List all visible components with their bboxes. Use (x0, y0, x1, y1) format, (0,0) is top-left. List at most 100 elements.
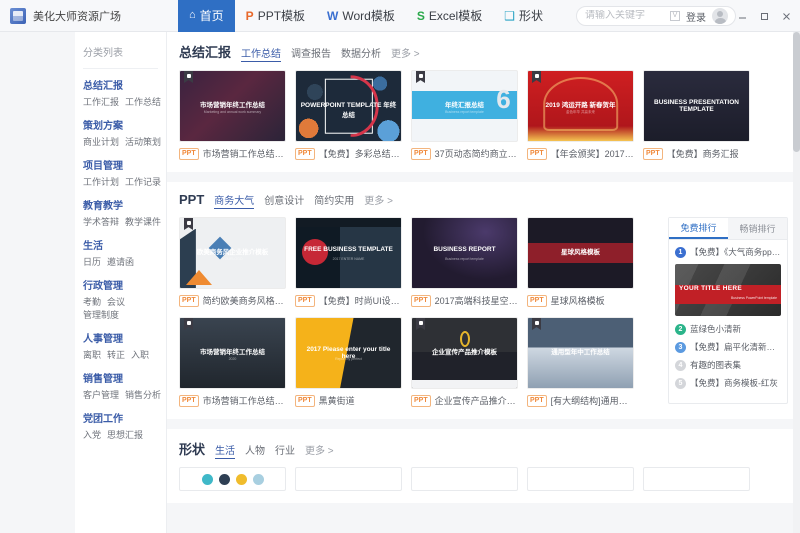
tab-shapes-0[interactable]: 生活 (215, 442, 235, 459)
sidebar-sub-4-0[interactable]: 日历 (83, 255, 101, 268)
minimize-button[interactable] (734, 8, 750, 24)
sidebar-sub-6-1[interactable]: 转正 (107, 348, 125, 361)
template-thumbnail[interactable]: 市场营销年终工作总结2020 (179, 317, 286, 389)
card-ppt-r1-1[interactable]: FREE BUSINESS TEMPLATE2017 ENTER NAMEPPT… (295, 217, 402, 307)
rank-item-3[interactable]: 3【免费】扁平化清新简约商… (675, 341, 781, 353)
template-thumbnail[interactable]: 2017 Please enter your title hereReport … (295, 317, 402, 389)
tab-shapes-1[interactable]: 人物 (245, 442, 265, 457)
tab-ppt-2[interactable]: 简约实用 (314, 192, 354, 207)
sidebar-item-6[interactable]: 人事管理 (83, 330, 166, 345)
card-ppt-r2-3[interactable]: 通用型年中工作总结PPT[有大纲结构]通用型工作总… (527, 317, 634, 407)
template-thumbnail[interactable]: 通用型年中工作总结 (527, 317, 634, 389)
tab-summary-1[interactable]: 调查报告 (291, 45, 331, 60)
card-summary-3[interactable]: 2019 鸿运开路 新春贺年金色年华 共赢未来PPT【年会颁奖】2017年年公司… (527, 70, 634, 160)
sidebar-sub-0-0[interactable]: 工作汇报 (83, 95, 119, 108)
sidebar-sub-8-0[interactable]: 入党 (83, 428, 101, 441)
login-button[interactable]: 登录 (686, 9, 706, 24)
sidebar-sub-5-1[interactable]: 会议 (107, 295, 125, 308)
tab-summary-0[interactable]: 工作总结 (241, 45, 281, 62)
rank-tab-best[interactable]: 畅销排行 (728, 218, 787, 239)
card-title[interactable]: 【年会颁奖】2017年年公司… (551, 147, 634, 160)
card-title[interactable]: 【免费】多彩总结模板 (319, 147, 402, 160)
sidebar-sub-7-0[interactable]: 客户管理 (83, 388, 119, 401)
card-title[interactable]: 【免费】时尚UI设计模板 (319, 294, 402, 307)
sidebar-sub-8-1[interactable]: 思想汇报 (107, 428, 143, 441)
sidebar-item-1[interactable]: 策划方案 (83, 117, 166, 132)
sidebar-sub-2-1[interactable]: 工作记录 (125, 175, 161, 188)
rank-featured-thumbnail[interactable]: YOUR TITLE HERE Business PowerPoint temp… (675, 264, 781, 316)
scrollbar-thumb[interactable] (793, 32, 800, 152)
more-link-ppt[interactable]: 更多 > (364, 192, 393, 207)
shape-card-4[interactable] (643, 467, 750, 491)
maximize-button[interactable] (756, 8, 772, 24)
card-ppt-r1-2[interactable]: BUSINESS REPORTBusiness report templateP… (411, 217, 518, 307)
rank-item-4[interactable]: 4有趣的图表集 (675, 359, 781, 371)
nav-item-ppt[interactable]: P PPT模板 (235, 0, 316, 32)
sidebar-item-2[interactable]: 项目管理 (83, 157, 166, 172)
close-button[interactable] (778, 8, 794, 24)
sidebar-item-4[interactable]: 生活 (83, 237, 166, 252)
template-thumbnail[interactable]: 市场营销年终工作总结Marketing and annual work summ… (179, 70, 286, 142)
template-thumbnail[interactable]: BUSINESS REPORTBusiness report template (411, 217, 518, 289)
sidebar-sub-5-0[interactable]: 考勤 (83, 295, 101, 308)
rank-featured-row[interactable]: 1 【免费】《大气商务ppt》 (675, 246, 781, 258)
shape-card-1[interactable] (295, 467, 402, 491)
card-summary-1[interactable]: POWERPOINT TEMPLATE 年终总结PPT【免费】多彩总结模板 (295, 70, 402, 160)
tab-shapes-2[interactable]: 行业 (275, 442, 295, 457)
template-thumbnail[interactable]: 欧美商务风企业推介模板YOURLOGO (179, 217, 286, 289)
card-title[interactable]: 企业宣传产品推介模板 (435, 394, 518, 407)
template-thumbnail[interactable]: 星球风格模板 (527, 217, 634, 289)
sidebar-sub-2-0[interactable]: 工作计划 (83, 175, 119, 188)
sidebar-sub-7-1[interactable]: 销售分析 (125, 388, 161, 401)
nav-item-excel[interactable]: S Excel模板 (406, 0, 493, 32)
card-title[interactable]: 市场营销工作总结[有内容大… (203, 147, 286, 160)
tab-ppt-1[interactable]: 创意设计 (264, 192, 304, 207)
sidebar-item-8[interactable]: 党团工作 (83, 410, 166, 425)
card-summary-0[interactable]: 市场营销年终工作总结Marketing and annual work summ… (179, 70, 286, 160)
tab-ppt-0[interactable]: 商务大气 (214, 192, 254, 209)
sidebar-sub-0-1[interactable]: 工作总结 (125, 95, 161, 108)
card-ppt-r1-0[interactable]: 欧美商务风企业推介模板YOURLOGOPPT简约欧美商务风格动态模板 (179, 217, 286, 307)
template-thumbnail[interactable]: 6年终汇报总结Business report template (411, 70, 518, 142)
card-ppt-r2-0[interactable]: 市场营销年终工作总结2020PPT市场营销工作总结模板 (179, 317, 286, 407)
sidebar-sub-3-0[interactable]: 学术答辩 (83, 215, 119, 228)
sidebar-sub-5-2[interactable]: 管理制度 (83, 308, 119, 321)
shape-card-3[interactable] (527, 467, 634, 491)
card-ppt-r2-1[interactable]: 2017 Please enter your title hereReport … (295, 317, 402, 407)
sidebar-item-7[interactable]: 销售管理 (83, 370, 166, 385)
more-link-summary[interactable]: 更多 > (391, 45, 420, 60)
sidebar-sub-6-0[interactable]: 离职 (83, 348, 101, 361)
template-thumbnail[interactable]: 企业宣传产品推介模板 (411, 317, 518, 389)
sidebar-item-3[interactable]: 教育教学 (83, 197, 166, 212)
template-thumbnail[interactable]: BUSINESS PRESENTATION TEMPLATE (643, 70, 750, 142)
card-title[interactable]: 2017高端科技星空商务总结… (435, 294, 518, 307)
sidebar-sub-1-1[interactable]: 活动策划 (125, 135, 161, 148)
card-title[interactable]: 【免费】商务汇报 (667, 147, 739, 160)
tab-summary-2[interactable]: 数据分析 (341, 45, 381, 60)
rank-tab-free[interactable]: 免费排行 (669, 218, 728, 239)
shape-card-2[interactable] (411, 467, 518, 491)
shape-card-0[interactable] (179, 467, 286, 491)
sidebar-sub-4-1[interactable]: 邀请函 (107, 255, 134, 268)
nav-item-word[interactable]: W Word模板 (316, 0, 406, 32)
card-ppt-r1-3[interactable]: 星球风格模板PPT星球风格模板 (527, 217, 634, 307)
card-title[interactable]: [有大纲结构]通用型工作总… (551, 394, 634, 407)
card-ppt-r2-2[interactable]: 企业宣传产品推介模板PPT企业宣传产品推介模板 (411, 317, 518, 407)
sidebar-item-5[interactable]: 行政管理 (83, 277, 166, 292)
sidebar-sub-6-2[interactable]: 入职 (131, 348, 149, 361)
sidebar-sub-3-1[interactable]: 教学课件 (125, 215, 161, 228)
sidebar-sub-1-0[interactable]: 商业计划 (83, 135, 119, 148)
vip-icon[interactable]: V (670, 11, 680, 21)
card-summary-2[interactable]: 6年终汇报总结Business report templatePPT37页动态简… (411, 70, 518, 160)
avatar[interactable] (712, 8, 728, 24)
card-title[interactable]: 37页动态简约商立体汇报总… (435, 147, 518, 160)
card-summary-4[interactable]: BUSINESS PRESENTATION TEMPLATEPPT【免费】商务汇… (643, 70, 750, 160)
card-title[interactable]: 简约欧美商务风格动态模板 (203, 294, 286, 307)
card-title[interactable]: 星球风格模板 (551, 294, 605, 307)
rank-item-5[interactable]: 5【免费】商务模板-红灰 (675, 377, 781, 389)
vertical-scrollbar[interactable] (793, 32, 800, 533)
nav-item-shape[interactable]: ❑ 形状 (493, 0, 554, 32)
template-thumbnail[interactable]: FREE BUSINESS TEMPLATE2017 ENTER NAME (295, 217, 402, 289)
card-title[interactable]: 黑黄街道 (319, 394, 355, 407)
sidebar-item-0[interactable]: 总结汇报 (83, 77, 166, 92)
